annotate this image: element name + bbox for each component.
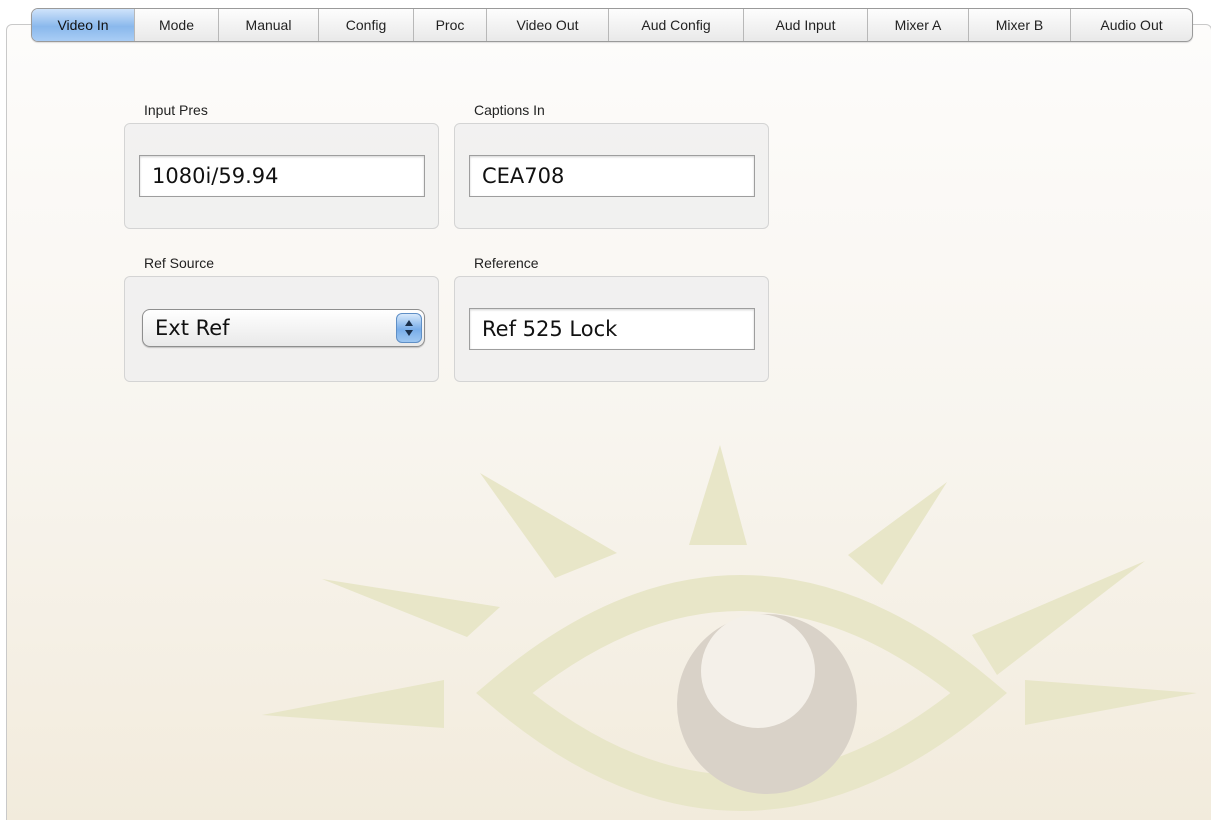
ref-source-select[interactable]: Ext Ref bbox=[142, 309, 425, 347]
tab-mixer-b[interactable]: Mixer B bbox=[969, 9, 1071, 41]
up-down-arrows-icon bbox=[396, 313, 422, 343]
reference-group bbox=[454, 276, 769, 382]
tab-bar: Video In Mode Manual Config Proc Video O… bbox=[31, 8, 1193, 42]
tab-mode[interactable]: Mode bbox=[135, 9, 219, 41]
tab-mixer-a[interactable]: Mixer A bbox=[868, 9, 969, 41]
captions-in-group bbox=[454, 123, 769, 229]
tab-config[interactable]: Config bbox=[319, 9, 414, 41]
tab-content-panel: Input Pres Captions In Ref Source Ext Re… bbox=[6, 24, 1211, 820]
reference-label: Reference bbox=[474, 255, 539, 271]
tab-video-out[interactable]: Video Out bbox=[487, 9, 609, 41]
app-window: Input Pres Captions In Ref Source Ext Re… bbox=[0, 0, 1211, 820]
captions-in-field[interactable] bbox=[469, 155, 755, 197]
tab-aud-config[interactable]: Aud Config bbox=[609, 9, 744, 41]
ref-source-label: Ref Source bbox=[144, 255, 215, 271]
tab-manual[interactable]: Manual bbox=[219, 9, 319, 41]
tab-aud-input[interactable]: Aud Input bbox=[744, 9, 868, 41]
reference-field[interactable] bbox=[469, 308, 755, 350]
input-pres-field[interactable] bbox=[139, 155, 425, 197]
input-pres-group bbox=[124, 123, 439, 229]
tab-proc[interactable]: Proc bbox=[414, 9, 487, 41]
ref-source-value: Ext Ref bbox=[155, 316, 230, 340]
tab-audio-out[interactable]: Audio Out bbox=[1071, 9, 1192, 41]
tab-video-in[interactable]: Video In bbox=[32, 9, 135, 41]
captions-in-label: Captions In bbox=[474, 102, 545, 118]
ref-source-group: Ext Ref bbox=[124, 276, 439, 382]
input-pres-label: Input Pres bbox=[144, 102, 208, 118]
